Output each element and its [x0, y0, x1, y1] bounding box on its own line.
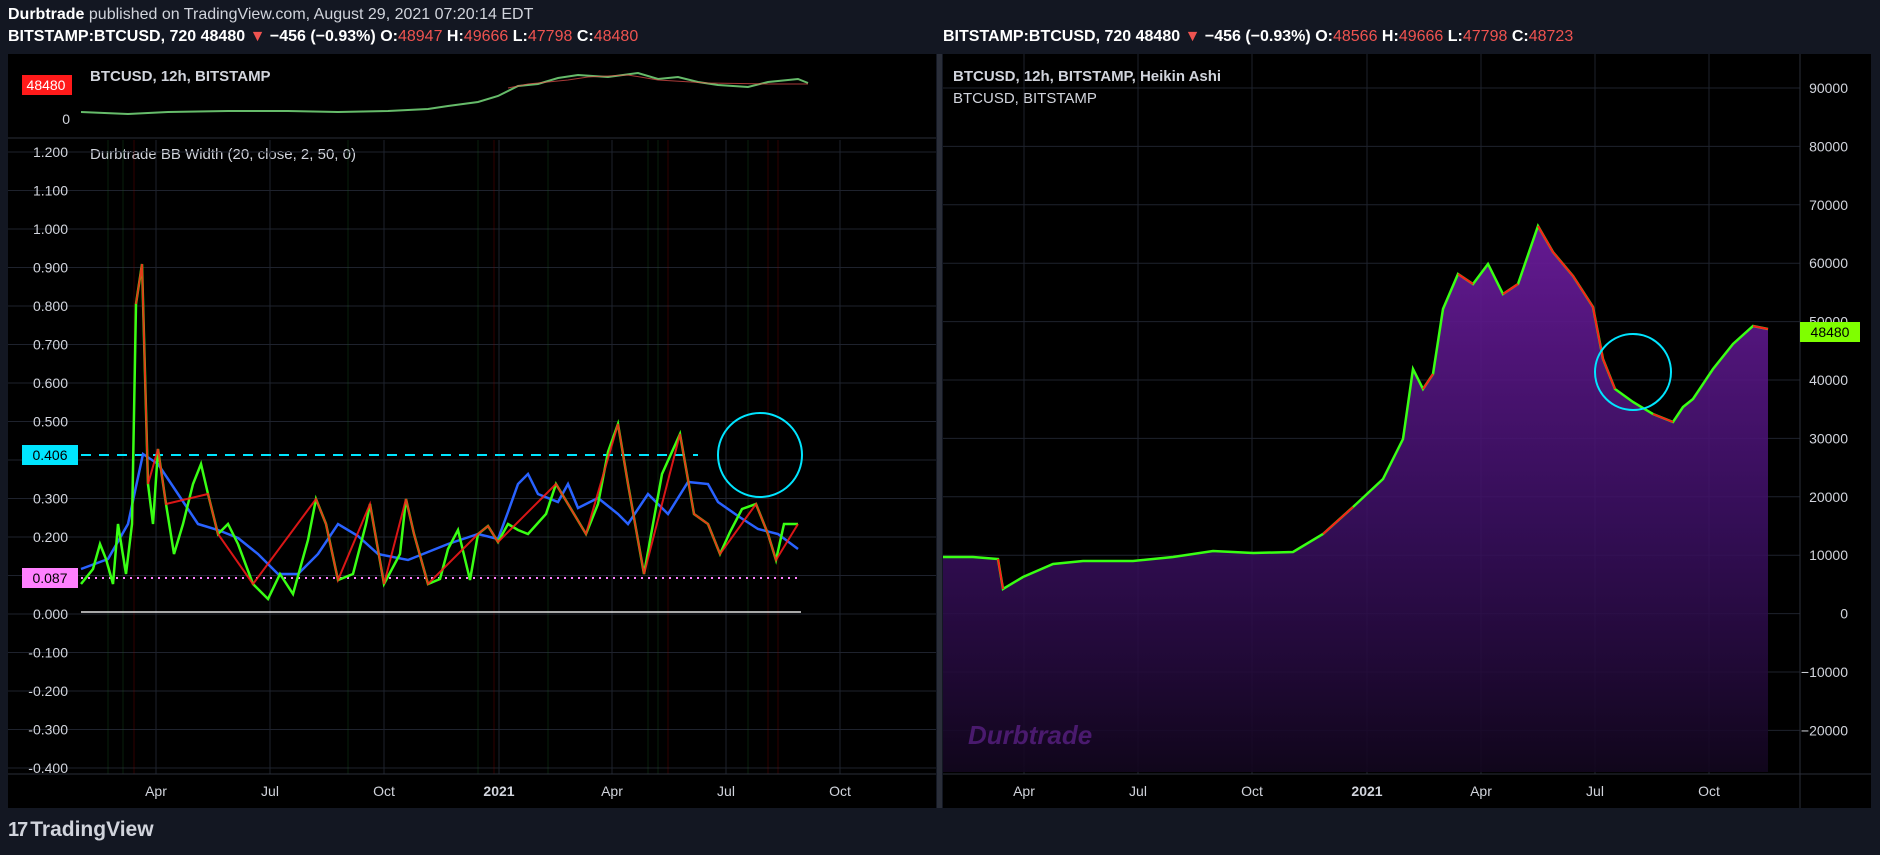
right-price-badge: 48480: [1811, 324, 1850, 340]
right-y-tick: 80000: [1809, 138, 1848, 154]
right-y-tick: 20000: [1809, 489, 1848, 505]
left-y-tick: 0.200: [33, 529, 68, 545]
left-high: 49666: [463, 28, 509, 45]
left-x-tick: Apr: [145, 783, 167, 799]
pane-divider[interactable]: [937, 54, 942, 808]
left-main-pane[interactable]: 48480 BTCUSD, 12h, BITSTAMP 0: [8, 54, 936, 139]
down-arrow-icon: ▼: [249, 28, 266, 45]
left-low: 47798: [527, 28, 573, 45]
left-y-tick: -0.100: [28, 645, 68, 661]
right-x-tick: 2021: [1351, 783, 1382, 799]
left-open: 48947: [397, 28, 443, 45]
left-y-tick: 1.000: [33, 221, 68, 237]
right-chart-subtitle[interactable]: BTCUSD, BITSTAMP: [953, 90, 1097, 107]
bb-width-line-up: [80, 263, 798, 602]
right-y-tick: −10000: [1801, 664, 1848, 680]
right-x-tick: Apr: [1470, 783, 1492, 799]
right-x-tick: Oct: [1698, 783, 1720, 799]
upper-badge: 0.406: [32, 447, 67, 463]
left-price-badge: 48480: [27, 77, 66, 93]
high-label: H:: [446, 28, 464, 45]
right-x-tick: Apr: [1013, 783, 1035, 799]
publish-line: Durbtrade published on TradingView.com, …: [8, 6, 533, 24]
right-high: 49666: [1398, 28, 1444, 45]
right-change: −456 (−0.93%): [1204, 28, 1311, 45]
left-x-tick: 2021: [483, 783, 514, 799]
highlight-circle: [717, 412, 803, 498]
tradingview-logo-icon: 17: [8, 818, 28, 841]
right-y-tick: 40000: [1809, 372, 1848, 388]
low-label: L:: [512, 28, 528, 45]
open-label: O:: [380, 28, 398, 45]
publish-info: published on TradingView.com, August 29,…: [88, 6, 534, 23]
left-last-price: 48480: [200, 28, 246, 45]
right-y-tick: 0: [1840, 606, 1848, 622]
right-open: 48566: [1332, 28, 1378, 45]
right-x-tick: Jul: [1129, 783, 1147, 799]
right-y-axis[interactable]: 9000080000700006000050000400003000020000…: [1801, 80, 1848, 738]
low-label: L:: [1447, 28, 1463, 45]
lower-badge: 0.087: [32, 570, 67, 586]
right-x-tick: Oct: [1241, 783, 1263, 799]
left-chart-panel[interactable]: 48480 BTCUSD, 12h, BITSTAMP 0 Durbtrade …: [8, 54, 936, 808]
tradingview-logo[interactable]: 17 TradingView: [8, 818, 154, 842]
right-y-tick: 30000: [1809, 430, 1848, 446]
left-x-tick: Apr: [601, 783, 623, 799]
left-main-title[interactable]: BTCUSD, 12h, BITSTAMP: [90, 68, 271, 85]
left-x-tick: Oct: [829, 783, 851, 799]
right-close: 48723: [1528, 28, 1574, 45]
right-x-axis[interactable]: Apr Jul Oct 2021 Apr Jul Oct: [1013, 783, 1720, 799]
right-last-price: 48480: [1135, 28, 1181, 45]
left-close: 48480: [593, 28, 639, 45]
right-y-tick: 90000: [1809, 80, 1848, 96]
right-x-tick: Jul: [1586, 783, 1604, 799]
signal-bands: [107, 140, 779, 774]
close-label: C:: [576, 28, 594, 45]
watermark: Durbtrade: [968, 720, 1092, 750]
right-chart-panel[interactable]: BTCUSD, 12h, BITSTAMP, Heikin Ashi BTCUS…: [943, 54, 1871, 808]
left-main-axis-zero: 0: [62, 111, 70, 127]
tradingview-brand: TradingView: [30, 818, 154, 841]
left-y-tick: 0.800: [33, 298, 68, 314]
left-y-tick: 0.000: [33, 606, 68, 622]
left-y-tick: 0.600: [33, 375, 68, 391]
right-y-tick: −20000: [1801, 722, 1848, 738]
left-x-tick: Oct: [373, 783, 395, 799]
close-label: C:: [1511, 28, 1529, 45]
left-y-tick: 0.700: [33, 337, 68, 353]
right-chart-title[interactable]: BTCUSD, 12h, BITSTAMP, Heikin Ashi: [953, 68, 1221, 85]
left-y-tick: 0.900: [33, 260, 68, 276]
left-symbol-line: BITSTAMP:BTCUSD, 720 48480 ▼ −456 (−0.93…: [8, 28, 638, 46]
open-label: O:: [1315, 28, 1333, 45]
right-symbol[interactable]: BITSTAMP:BTCUSD, 720: [943, 28, 1131, 45]
left-x-tick: Jul: [261, 783, 279, 799]
left-y-tick: 0.300: [33, 491, 68, 507]
right-y-tick: 70000: [1809, 197, 1848, 213]
price-area-fill: [943, 226, 1768, 772]
author-name[interactable]: Durbtrade: [8, 6, 84, 23]
left-change: −456 (−0.93%): [269, 28, 376, 45]
left-y-tick: 1.200: [33, 144, 68, 160]
right-y-tick: 10000: [1809, 547, 1848, 563]
right-y-tick: 60000: [1809, 255, 1848, 271]
indicator-title[interactable]: Durbtrade BB Width (20, close, 2, 50, 0): [90, 146, 356, 163]
down-arrow-icon: ▼: [1184, 28, 1201, 45]
left-y-tick: 1.100: [33, 183, 68, 199]
left-x-axis[interactable]: Apr Jul Oct 2021 Apr Jul Oct: [145, 783, 851, 799]
left-indicator-pane[interactable]: Durbtrade BB Width (20, close, 2, 50, 0)…: [8, 140, 936, 799]
high-label: H:: [1381, 28, 1399, 45]
left-y-tick: 0.500: [33, 414, 68, 430]
left-x-tick: Jul: [717, 783, 735, 799]
left-y-tick: -0.200: [28, 683, 68, 699]
left-symbol[interactable]: BITSTAMP:BTCUSD, 720: [8, 28, 196, 45]
bb-width-ma-line: [80, 451, 799, 576]
right-symbol-line: BITSTAMP:BTCUSD, 720 48480 ▼ −456 (−0.93…: [943, 28, 1573, 46]
right-low: 47798: [1462, 28, 1508, 45]
left-y-tick: -0.300: [28, 722, 68, 738]
